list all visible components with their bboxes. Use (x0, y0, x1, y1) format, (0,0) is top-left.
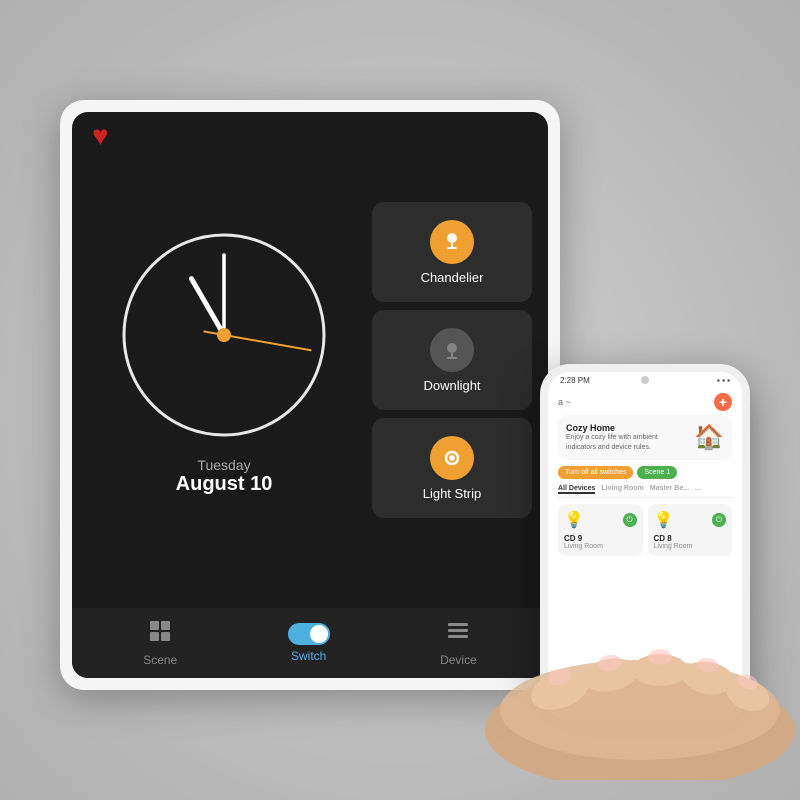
chandelier-icon-circle (430, 220, 474, 264)
heart-icon: ♥ (92, 120, 109, 152)
device-icon (446, 619, 470, 649)
device-card-cd8[interactable]: 💡 ⏻ CD 8 Living Room (648, 504, 733, 556)
device-card-cd9[interactable]: 💡 ⏻ CD 9 Living Room (558, 504, 643, 556)
phone-container: 2:28 PM ▪ ▪ ▪ a ~ + Cozy Home Enjoy a co… (540, 364, 750, 720)
switch-label: Switch (291, 649, 326, 663)
scene-container: ♥ (0, 0, 800, 800)
device-cd8-location: Living Room (654, 543, 727, 550)
promo-card: Cozy Home Enjoy a cozy life with ambient… (558, 415, 732, 460)
clock-section: ♥ (88, 128, 360, 592)
date-section: Tuesday August 10 (176, 457, 273, 496)
device-tabs: All Devices Living Room Master Be... ... (558, 485, 732, 498)
right-controls: Chandelier Downlight (372, 128, 532, 592)
nav-item-scene[interactable]: Scene (143, 619, 177, 667)
light-strip-icon-circle (430, 436, 474, 480)
smart-panel[interactable]: ♥ (60, 100, 560, 690)
scene-icon (148, 619, 172, 649)
scene-1-button[interactable]: Scene 1 (637, 466, 677, 479)
app-logo: a ~ (558, 397, 571, 407)
chandelier-label: Chandelier (421, 270, 484, 285)
device-label: Device (440, 653, 477, 667)
clock-face (114, 225, 334, 445)
phone-content: a ~ + Cozy Home Enjoy a cozy life with a… (548, 389, 742, 566)
promo-text: Cozy Home Enjoy a cozy life with ambient… (566, 423, 688, 451)
device-cd9-location: Living Room (564, 543, 637, 550)
light-strip-label: Light Strip (423, 486, 482, 501)
panel-main: ♥ (72, 112, 548, 608)
action-buttons: Turn off all switches Scene 1 (558, 466, 732, 479)
promo-description: Enjoy a cozy life with ambient indicator… (566, 433, 688, 451)
promo-title: Cozy Home (566, 423, 688, 433)
device-cd9-name: CD 9 (564, 534, 637, 543)
phone-time: 2:28 PM (560, 376, 590, 385)
panel-nav: Scene Switch (72, 608, 548, 678)
device-cd8-top: 💡 ⏻ (654, 510, 727, 530)
date-full: August 10 (176, 473, 273, 496)
tab-living-room[interactable]: Living Room (601, 485, 643, 494)
panel-screen: ♥ (72, 112, 548, 678)
tab-master-bedroom[interactable]: Master Be... (650, 485, 689, 494)
nav-item-switch[interactable]: Switch (288, 623, 330, 663)
chandelier-card[interactable]: Chandelier (372, 202, 532, 302)
date-day: Tuesday (176, 457, 273, 473)
device-cd8-power[interactable]: ⏻ (712, 513, 726, 527)
light-strip-card[interactable]: Light Strip (372, 418, 532, 518)
device-cd8-name: CD 8 (654, 534, 727, 543)
device-cd8-icon: 💡 (654, 510, 674, 530)
toggle-knob (310, 625, 328, 643)
device-cd9-power[interactable]: ⏻ (623, 513, 637, 527)
turn-off-all-button[interactable]: Turn off all switches (558, 466, 633, 479)
switch-toggle[interactable] (288, 623, 330, 645)
nav-item-device[interactable]: Device (440, 619, 477, 667)
downlight-icon-circle (430, 328, 474, 372)
tab-all-devices[interactable]: All Devices (558, 485, 595, 494)
home-icon: 🏠 (694, 423, 724, 452)
downlight-card[interactable]: Downlight (372, 310, 532, 410)
scene-label: Scene (143, 653, 177, 667)
phone-app-header: a ~ + (558, 389, 732, 415)
add-button[interactable]: + (714, 393, 732, 411)
downlight-label: Downlight (423, 378, 480, 393)
phone-camera (641, 376, 649, 384)
tab-more[interactable]: ... (695, 485, 701, 494)
devices-grid: 💡 ⏻ CD 9 Living Room 💡 ⏻ CD 8 (558, 504, 732, 556)
phone-battery: ▪ ▪ ▪ (717, 376, 730, 385)
device-cd9-icon: 💡 (564, 510, 584, 530)
device-cd9-top: 💡 ⏻ (564, 510, 637, 530)
